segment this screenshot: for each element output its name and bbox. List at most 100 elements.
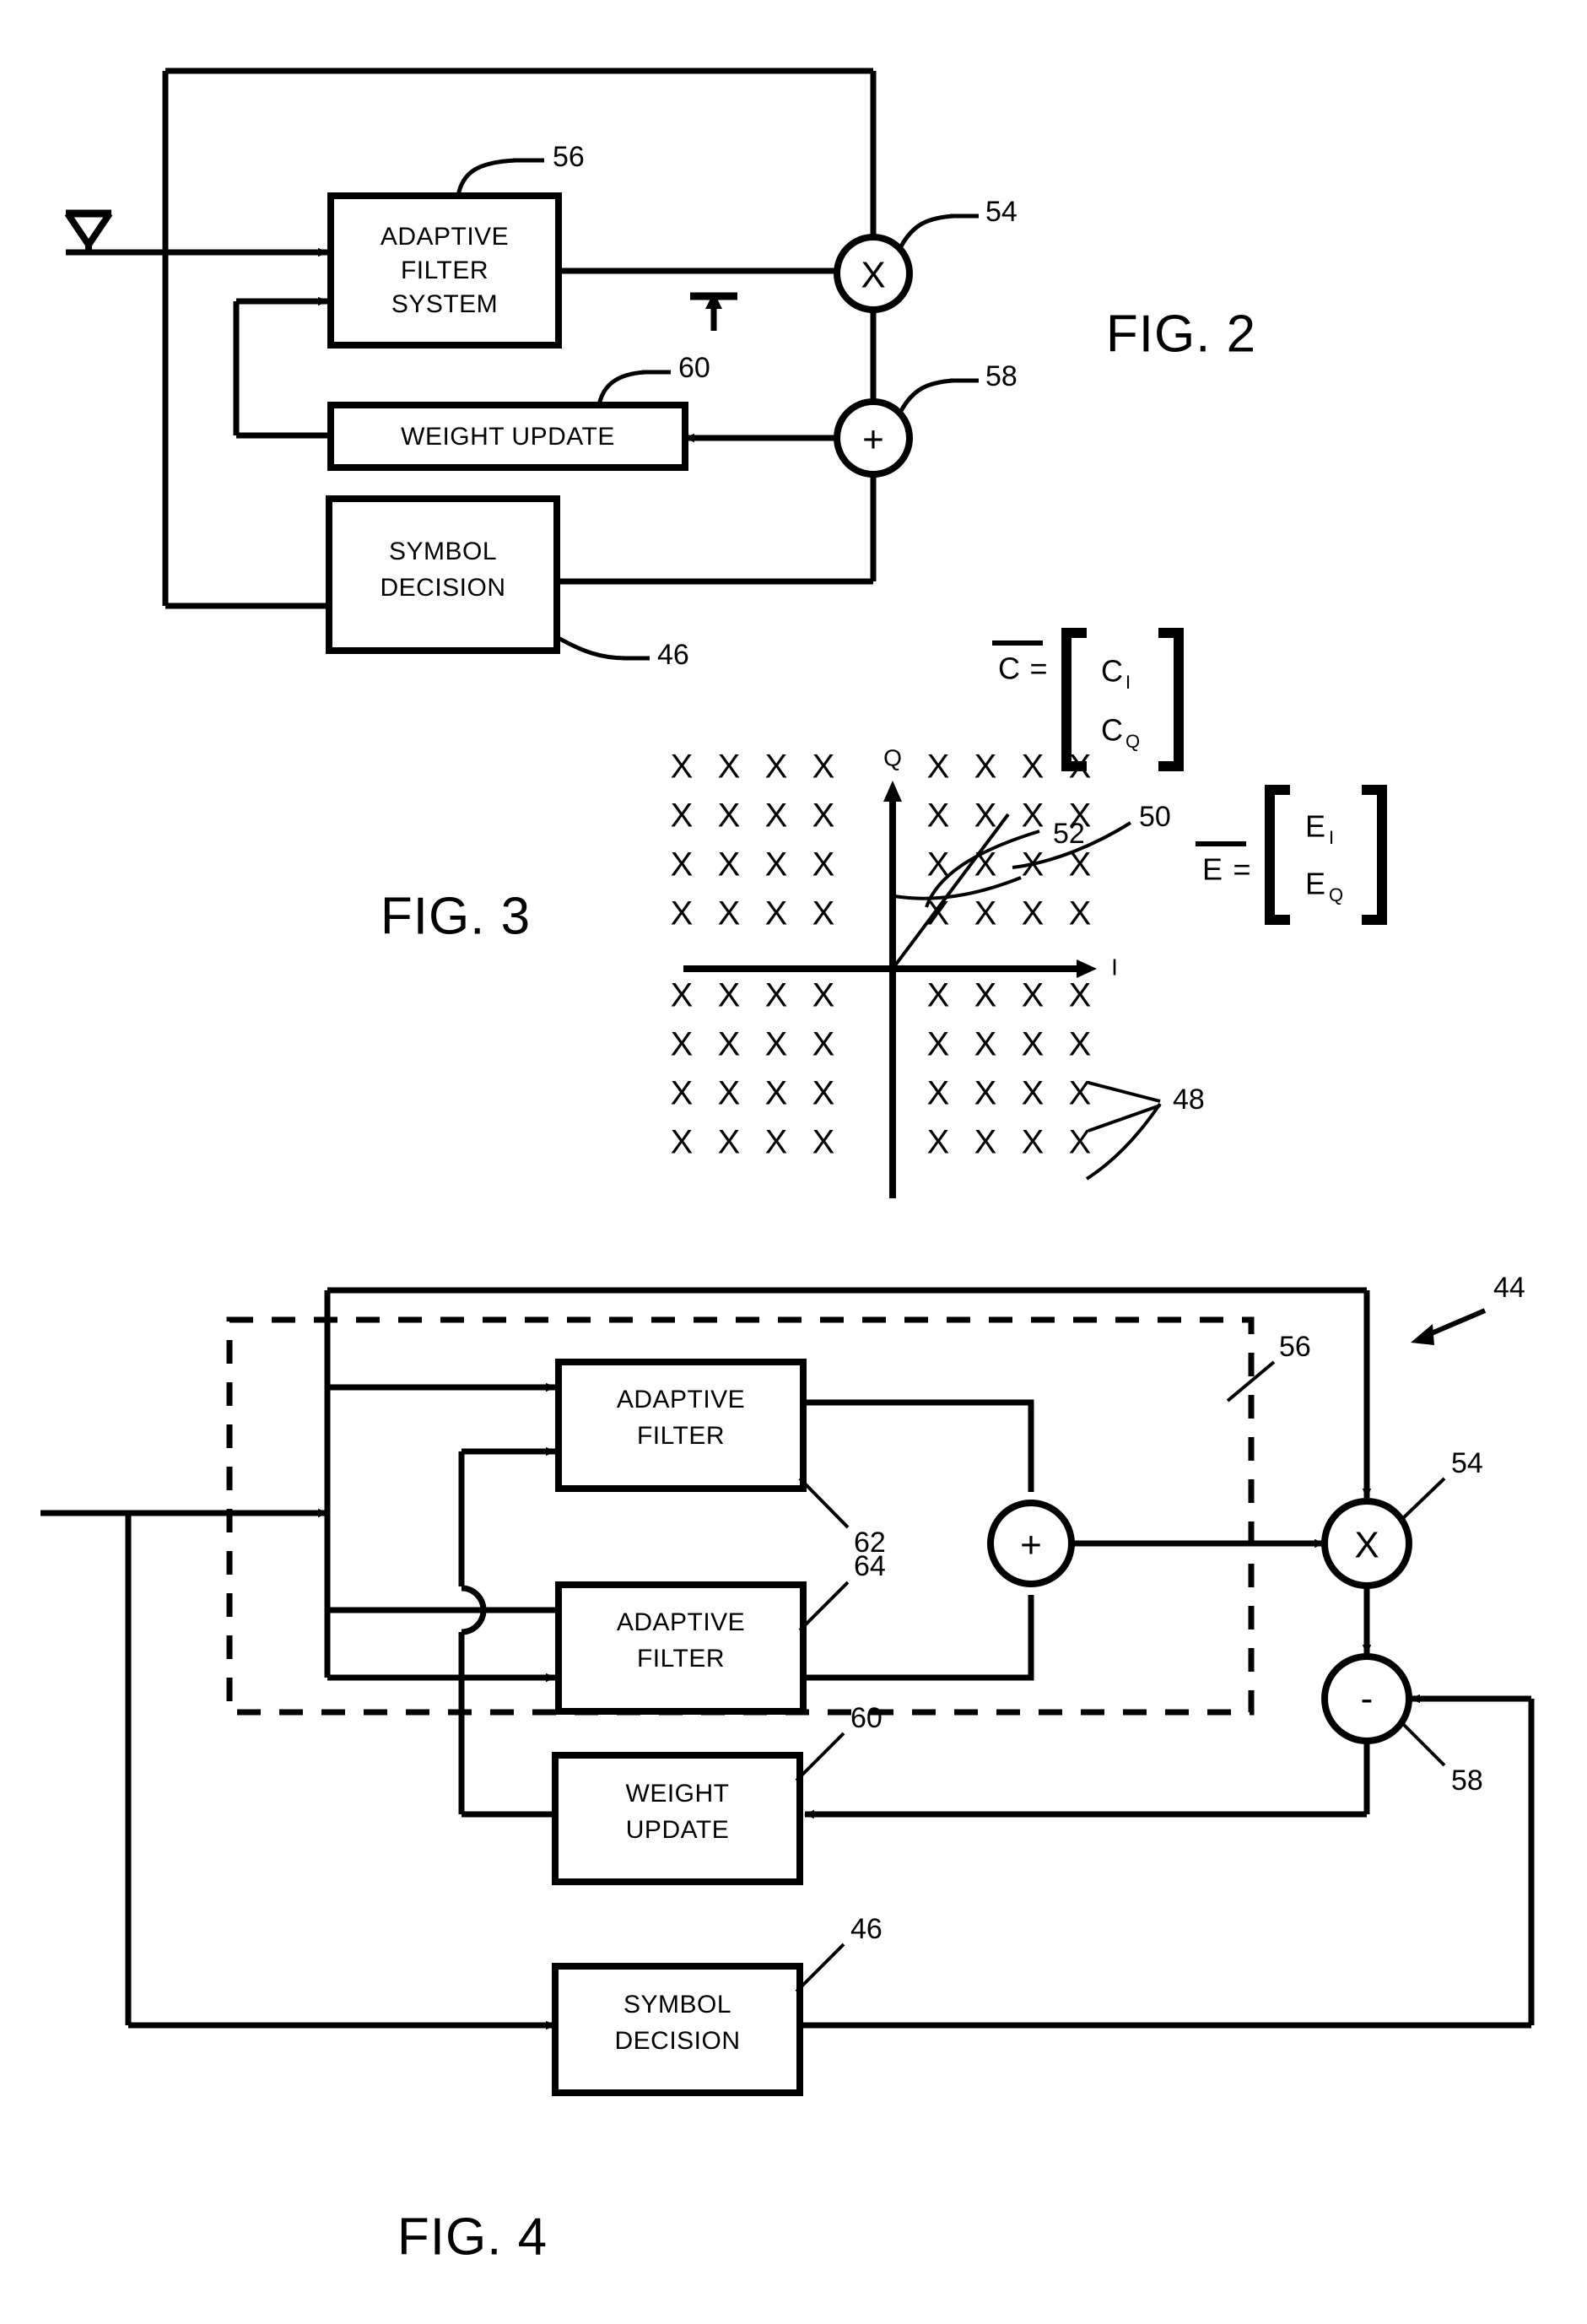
constellation-point: X [765, 1124, 788, 1161]
constellation-point: X [1022, 1075, 1045, 1112]
constellation-point: X [1069, 895, 1092, 932]
fig4-subtractor-glyph: - [1361, 1678, 1374, 1720]
constellation-point: X [1022, 1124, 1045, 1161]
constellation-point: X [718, 749, 741, 786]
fig2-label: FIG. 2 [1106, 305, 1256, 363]
constellation-point: X [812, 895, 835, 932]
fig2-ref-60: 60 [678, 352, 710, 384]
fig3-q-axis-label: Q [883, 744, 902, 770]
fig4-ref-56: 56 [1279, 1331, 1311, 1363]
constellation-point: X [1022, 977, 1045, 1014]
constellation-point: X [927, 1075, 950, 1112]
fig2-sd-line2: DECISION [380, 574, 505, 602]
constellation-point: X [927, 749, 950, 786]
constellation-point: X [812, 846, 835, 884]
fig2-afs-line1: ADAPTIVE [381, 223, 509, 251]
fig3-c-symbol: C [998, 651, 1020, 686]
constellation-point: X [974, 977, 997, 1014]
constellation-point: X [718, 1075, 741, 1112]
fig4-ref-44: 44 [1493, 1272, 1525, 1304]
constellation-point: X [1069, 1026, 1092, 1063]
constellation-point: X [974, 797, 997, 835]
fig3-e-row2-base: E [1305, 867, 1325, 901]
fig3-e-row1-sub: I [1329, 827, 1334, 848]
fig4-summer-glyph: + [1020, 1525, 1042, 1566]
fig4-sd-line1: SYMBOL [623, 1991, 731, 2019]
fig4-ref-54: 54 [1451, 1447, 1483, 1479]
constellation-point: X [718, 846, 741, 884]
fig2-block-weight-update: WEIGHT UPDATE [327, 402, 688, 471]
constellation-point: X [671, 977, 694, 1014]
fig4-sd-line2: DECISION [614, 2027, 740, 2055]
fig3-e-row2-sub: Q [1329, 884, 1343, 905]
fig2-adder: + [834, 398, 913, 478]
constellation-point: X [927, 797, 950, 835]
fig2-multiplier-glyph: X [861, 255, 885, 296]
fig4-subtractor: - [1321, 1653, 1412, 1744]
fig4-wu-line2: UPDATE [626, 1816, 729, 1844]
constellation-point: X [718, 797, 741, 835]
constellation-point: X [974, 1026, 997, 1063]
constellation-point: X [671, 1026, 694, 1063]
fig3-ref-52: 52 [1053, 818, 1085, 850]
constellation-point: X [671, 895, 694, 932]
constellation-point: X [718, 1026, 741, 1063]
fig3-label: FIG. 3 [381, 887, 531, 945]
constellation-point: X [974, 895, 997, 932]
constellation-point: X [812, 1124, 835, 1161]
fig3-i-axis-label: I [1111, 954, 1118, 980]
constellation-point: X [927, 1026, 950, 1063]
constellation-point: X [927, 1124, 950, 1161]
fig4-block-weight-update: WEIGHT UPDATE [552, 1752, 803, 1885]
constellation-point: X [1022, 797, 1045, 835]
constellation-point: X [812, 1075, 835, 1112]
fig4-block-adaptive-filter-lower: ADAPTIVE FILTER [555, 1581, 807, 1715]
fig2-afs-line3: SYSTEM [391, 290, 498, 318]
constellation-point: X [812, 749, 835, 786]
constellation-point: X [812, 797, 835, 835]
fig2-block-symbol-decision: SYMBOL DECISION [326, 495, 560, 654]
constellation-point: X [671, 1075, 694, 1112]
fig4-block-symbol-decision: SYMBOL DECISION [552, 1963, 803, 2096]
fig4-label: FIG. 4 [397, 2208, 548, 2266]
fig3-e-row1-base: E [1305, 809, 1325, 844]
fig2-ref-56: 56 [553, 141, 585, 173]
fig2-ref-58: 58 [985, 360, 1018, 392]
fig4-af-lower-line1: ADAPTIVE [617, 1608, 745, 1636]
fig4-af-upper-line2: FILTER [637, 1422, 725, 1450]
constellation-point: X [812, 1026, 835, 1063]
constellation-point: X [1069, 1124, 1092, 1161]
fig4-multiplier-glyph: X [1354, 1525, 1379, 1566]
constellation-point: X [1022, 749, 1045, 786]
fig2-ref-46: 46 [657, 639, 689, 671]
fig3-c-row1-sub: I [1125, 672, 1131, 693]
constellation-point: X [671, 846, 694, 884]
constellation-point: X [765, 846, 788, 884]
constellation-point: X [765, 895, 788, 932]
fig4-af-upper-line1: ADAPTIVE [617, 1386, 745, 1413]
constellation-point: X [1022, 895, 1045, 932]
constellation-point: X [812, 977, 835, 1014]
fig4-af-lower-line2: FILTER [637, 1645, 725, 1673]
fig2-block-adaptive-filter-system: ADAPTIVE FILTER SYSTEM [327, 192, 562, 349]
constellation-point: X [1069, 977, 1092, 1014]
constellation-point: X [671, 1124, 694, 1161]
fig4-summer: + [987, 1500, 1075, 1587]
fig2-ref-54: 54 [985, 196, 1018, 228]
fig2-sd-line1: SYMBOL [389, 538, 497, 565]
constellation-point: X [974, 1075, 997, 1112]
fig3-c-row2-sub: Q [1125, 731, 1140, 752]
fig3-ref-48: 48 [1173, 1084, 1205, 1116]
fig3-ref-50: 50 [1139, 801, 1171, 833]
fig4-ref-60: 60 [850, 1702, 883, 1734]
constellation-point: X [765, 977, 788, 1014]
constellation-point: X [1022, 1026, 1045, 1063]
constellation-point: X [927, 977, 950, 1014]
constellation-point: X [765, 749, 788, 786]
fig4-wu-line1: WEIGHT [626, 1780, 730, 1808]
constellation-point: X [765, 797, 788, 835]
fig3-e-symbol: E [1202, 852, 1223, 887]
constellation-point: X [974, 1124, 997, 1161]
constellation-point: X [974, 749, 997, 786]
fig2-wu-label: WEIGHT UPDATE [401, 423, 615, 451]
